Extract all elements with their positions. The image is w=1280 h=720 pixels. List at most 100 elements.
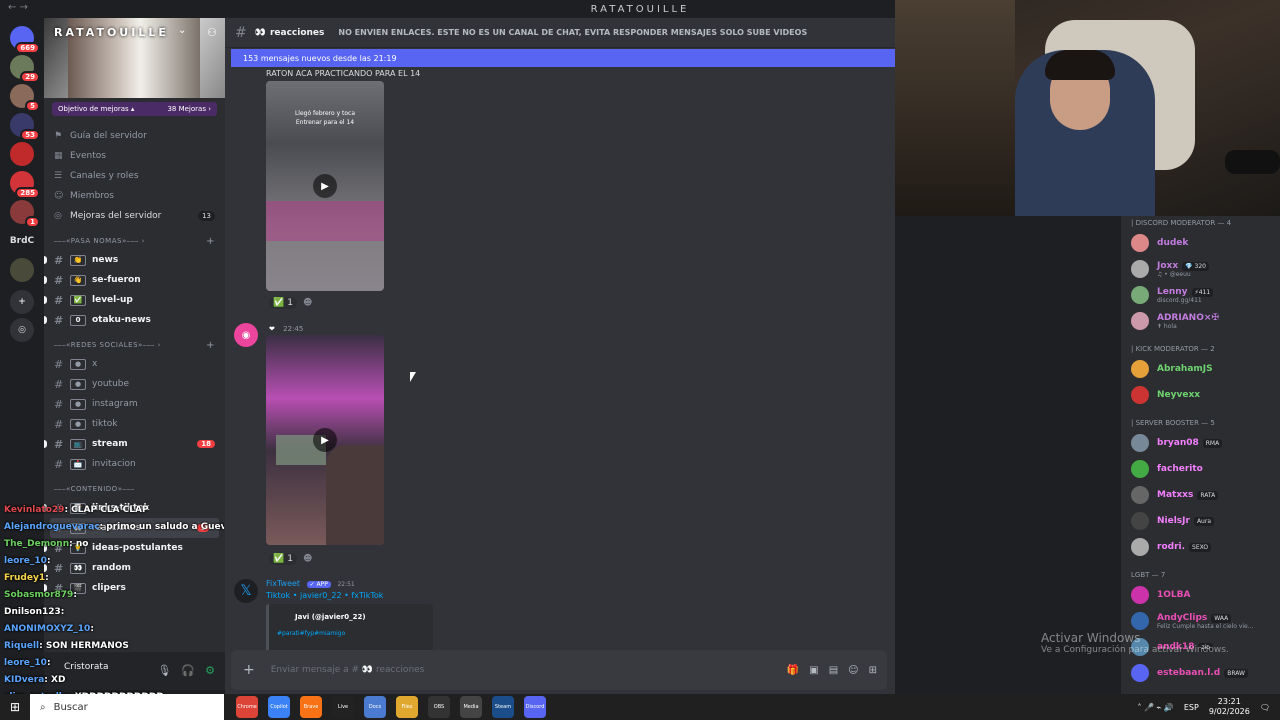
taskbar-app-docs[interactable]: Docs <box>364 696 386 718</box>
member-item[interactable]: facherito <box>1121 456 1280 482</box>
add-reaction-icon[interactable]: ☻ <box>303 298 312 308</box>
play-icon[interactable]: ▶ <box>313 428 337 452</box>
menu-item[interactable]: ⚑ Guía del servidor <box>44 126 225 146</box>
taskbar-app-steam[interactable]: Steam <box>492 696 514 718</box>
avatar <box>1131 260 1149 278</box>
notification-icon[interactable]: 🗨 <box>1260 703 1270 712</box>
add-reaction-icon[interactable]: ☻ <box>303 554 312 564</box>
server-7[interactable] <box>10 258 34 282</box>
menu-item[interactable]: ☰ Canales y roles <box>44 166 225 186</box>
channel-level-up[interactable]: # ✅ level-up <box>44 290 225 310</box>
member-item[interactable]: bryan08 RMA <box>1121 430 1280 456</box>
server-name[interactable]: RATATOUILLE <box>54 26 169 39</box>
channel-x[interactable]: # ● x <box>44 354 225 374</box>
author-name[interactable]: FixTweet <box>266 579 300 588</box>
taskbar-search[interactable]: ⌕ Buscar <box>30 694 224 720</box>
member-item[interactable]: NielsJr Aura <box>1121 508 1280 534</box>
member-item[interactable]: ADRIANO×✠ ✝ hola <box>1121 308 1280 334</box>
channel-instagram[interactable]: # ● instagram <box>44 394 225 414</box>
taskbar-app-obs[interactable]: OBS <box>428 696 450 718</box>
menu-item[interactable]: ◎ Mejoras del servidor 13 <box>44 206 225 226</box>
category-redes-sociales[interactable]: ⎯⎯⎯«REDES SOCIALES»⎯⎯⎯ › + <box>44 336 225 354</box>
taskbar-app-media[interactable]: Media <box>460 696 482 718</box>
taskbar-app-chrome[interactable]: Chrome <box>236 696 258 718</box>
gift-icon[interactable]: 🎁 <box>787 665 799 676</box>
channel-news[interactable]: # 👏 news <box>44 250 225 270</box>
play-icon[interactable]: ▶ <box>313 174 337 198</box>
clock[interactable]: 23:21 9/02/2026 <box>1209 697 1250 717</box>
add-channel-icon[interactable]: + <box>206 236 215 247</box>
taskbar-app-discord[interactable]: Discord <box>524 696 546 718</box>
member-item[interactable]: Matxxs RATA <box>1121 482 1280 508</box>
add-channel-icon[interactable]: + <box>206 340 215 351</box>
badge: 53 <box>20 129 40 141</box>
video-attachment[interactable]: ▶ <box>266 335 384 545</box>
windows-start-icon[interactable]: ⊞ <box>0 700 30 714</box>
server-banner[interactable]: RATATOUILLE ⌄ ⚇ <box>44 18 225 98</box>
member-item[interactable]: estebaan.l.d BRAW <box>1121 660 1280 686</box>
member-tag: BRAW <box>1224 669 1248 678</box>
embed-tags[interactable]: #parati#fyp#miamigo <box>277 630 345 637</box>
channel-se-fueron[interactable]: # 👋 se-fueron <box>44 270 225 290</box>
embed-author[interactable]: Javi (@javier0_22) <box>295 613 366 621</box>
category-pasa-nomas[interactable]: ⎯⎯⎯«PASA NOMAS»⎯⎯⎯ › + <box>44 232 225 250</box>
emoji-icon[interactable]: ☺ <box>848 665 858 676</box>
channel-invitacion[interactable]: # 📩 invitacion <box>44 454 225 474</box>
taskbar-app-brave[interactable]: Brave <box>300 696 322 718</box>
date: 9/02/2026 <box>1208 707 1250 716</box>
message-input[interactable]: Enviar mensaje a # 👀 reacciones <box>271 665 425 675</box>
channel-youtube[interactable]: # ● youtube <box>44 374 225 394</box>
member-item[interactable]: rodri. SEXO <box>1121 534 1280 560</box>
member-name: AndyClips <box>1157 612 1208 623</box>
reaction-check[interactable]: ✅ 1 <box>269 297 297 309</box>
sticker-icon[interactable]: ▤ <box>829 665 838 676</box>
discord-home-icon[interactable]: 669 <box>10 26 40 54</box>
add-server-icon[interactable]: + <box>10 290 34 314</box>
channel-name: tiktok <box>92 419 118 429</box>
gif-icon[interactable]: ▣ <box>809 665 818 676</box>
chat-line: ANONIMOXYZ_10: <box>4 621 224 638</box>
apps-icon[interactable]: ⊞ <box>869 665 877 676</box>
invite-user-icon[interactable]: ⚇ <box>207 26 217 39</box>
category-contenido[interactable]: ⎯⎯⎯«CONTENIDO»⎯⎯⎯ <box>44 480 225 498</box>
server-4[interactable] <box>10 142 34 166</box>
taskbar-app-live[interactable]: Live <box>332 696 354 718</box>
message-composer[interactable]: + Enviar mensaje a # 👀 reacciones 🎁 ▣ ▤ … <box>231 650 887 690</box>
avatar[interactable]: ◉ <box>234 323 258 347</box>
member-item[interactable]: dudek <box>1121 230 1280 256</box>
menu-item[interactable]: ☺ Miembros <box>44 186 225 206</box>
new-messages-bar[interactable]: 153 mensajes nuevos desde las 21:19 <box>231 49 895 67</box>
server-3[interactable]: 53 <box>10 113 40 141</box>
attach-plus-icon[interactable]: + <box>243 662 255 678</box>
server-1[interactable]: 29 <box>10 55 40 83</box>
nav-arrows[interactable]: ← → <box>8 2 28 13</box>
server-6[interactable]: 1 <box>10 200 40 228</box>
server-2[interactable]: 5 <box>10 84 40 112</box>
discover-icon[interactable]: ◎ <box>10 318 34 342</box>
chevron-down-icon[interactable]: ⌄ <box>178 25 186 36</box>
taskbar-app-copilot[interactable]: Copilot <box>268 696 290 718</box>
channel-otaku-news[interactable]: #0 otaku-news <box>44 310 225 330</box>
channel-topic[interactable]: NO ENVIEN ENLACES. ESTE NO ES UN CANAL D… <box>338 28 807 37</box>
author-name[interactable]: ❤ <box>269 325 275 333</box>
member-name: Lenny <box>1157 286 1188 297</box>
reaction-check[interactable]: ✅ 1 <box>269 553 297 565</box>
taskbar-app-files[interactable]: Files <box>396 696 418 718</box>
channel-tiktok[interactable]: # ● tiktok <box>44 414 225 434</box>
tray-icons[interactable]: ˄ 🎤 ⌁ 🔊 <box>1137 703 1173 712</box>
member-item[interactable]: 1OLBA <box>1121 582 1280 608</box>
boost-goal-bar[interactable]: Objetivo de mejoras ▴ 38 Mejoras › <box>52 102 217 116</box>
server-brdc[interactable]: BrdC <box>7 229 37 253</box>
app-label: Docs <box>368 704 382 710</box>
channel-stream[interactable]: # 📺 stream 18 <box>44 434 225 454</box>
language-indicator[interactable]: ESP <box>1184 703 1199 712</box>
video-attachment[interactable]: Llegó febrero y toca Entrenar para el 14… <box>266 81 384 291</box>
member-item[interactable]: Lenny ⚡411 discord.gg/411 <box>1121 282 1280 308</box>
server-5[interactable]: 285 <box>10 171 40 199</box>
menu-item[interactable]: ▦ Eventos <box>44 146 225 166</box>
message-link-line[interactable]: Tiktok • javier0_22 • fxTikTok <box>266 591 383 600</box>
member-item[interactable]: Neyvexx <box>1121 382 1280 408</box>
member-item[interactable]: Joxx 💎 320 ♫ • @eeuu <box>1121 256 1280 282</box>
x-logo-icon[interactable]: 𝕏 <box>234 579 258 603</box>
member-item[interactable]: AbrahamJS <box>1121 356 1280 382</box>
